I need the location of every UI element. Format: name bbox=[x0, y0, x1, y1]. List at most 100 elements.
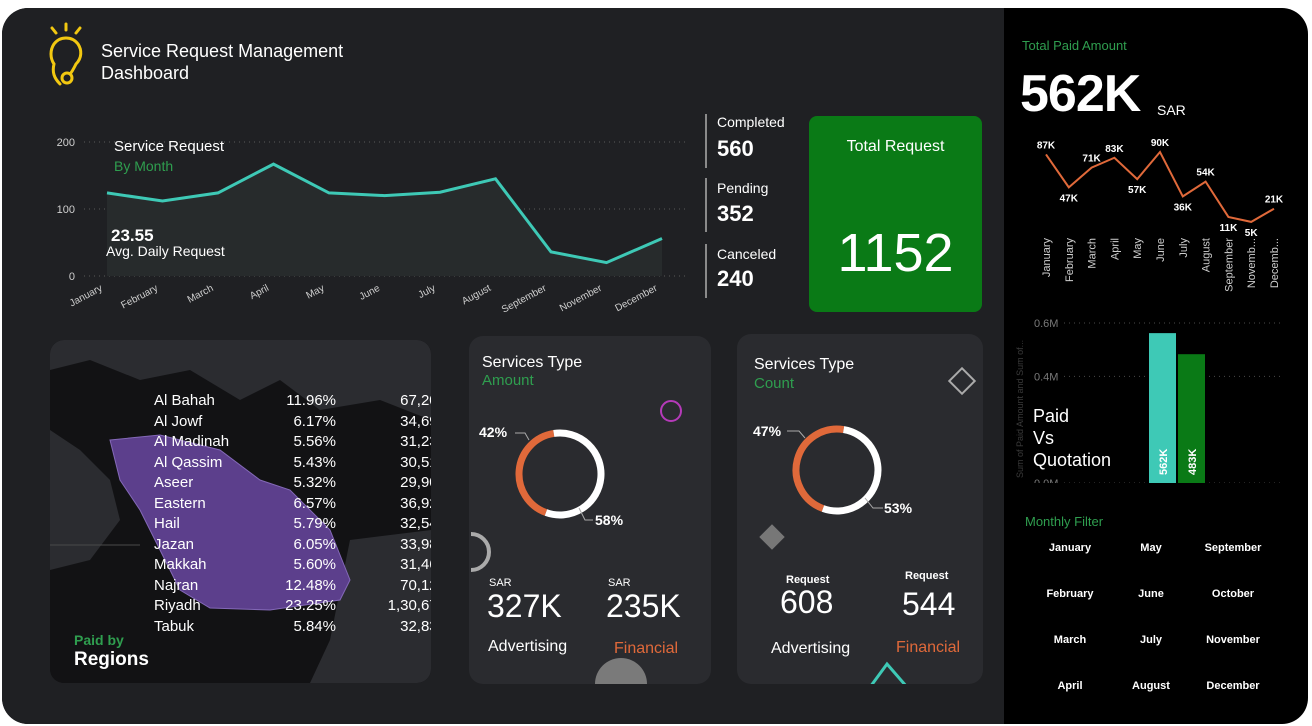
region-row[interactable]: Al Qassim 5.43% 30,510 bbox=[154, 454, 431, 474]
region-name: Aseer bbox=[154, 474, 194, 491]
region-row[interactable]: Al Bahah 11.96% 67,206 bbox=[154, 392, 431, 412]
data-label: 36K bbox=[1174, 202, 1193, 213]
month-filter-july[interactable]: July bbox=[1106, 634, 1196, 646]
region-row[interactable]: Al Madinah 5.56% 31,234 bbox=[154, 433, 431, 453]
month-filter-january[interactable]: January bbox=[1025, 542, 1115, 554]
total-request-card[interactable]: Total Request 1152 bbox=[809, 116, 982, 312]
data-label: 57K bbox=[1128, 185, 1147, 196]
region-name: Riyadh bbox=[154, 597, 201, 614]
region-percent: 11.96% bbox=[286, 392, 336, 409]
month-filter-september[interactable]: September bbox=[1188, 542, 1278, 554]
region-name: Jazan bbox=[154, 535, 195, 553]
total-paid-value: 562K bbox=[1020, 65, 1141, 123]
month-filter-february[interactable]: February bbox=[1025, 588, 1115, 600]
region-row[interactable]: Hail 5.79% 32,545 bbox=[154, 515, 431, 535]
x-tick-label: Novemb... bbox=[1246, 238, 1258, 288]
avg-daily-label: Avg. Daily Request bbox=[106, 243, 225, 259]
month-filter-august[interactable]: August bbox=[1106, 680, 1196, 692]
stat-pending-value: 352 bbox=[717, 201, 754, 226]
month-filter-october[interactable]: October bbox=[1188, 588, 1278, 600]
donut-slice-financial bbox=[821, 426, 882, 515]
region-amount: 33,983 bbox=[400, 535, 431, 553]
region-amount: 32,833 bbox=[400, 617, 431, 635]
dashboard-title-line2: Dashboard bbox=[101, 63, 190, 83]
x-tick-label: April bbox=[1109, 238, 1121, 260]
month-filter-june[interactable]: June bbox=[1106, 588, 1196, 600]
x-tick-label: February bbox=[1064, 238, 1076, 283]
pvq-title-line3: Quotation bbox=[1033, 450, 1112, 470]
region-name: Al Jowf bbox=[154, 412, 203, 430]
x-tick-label: Decemb... bbox=[1269, 238, 1281, 288]
month-filter-april[interactable]: April bbox=[1025, 680, 1115, 692]
region-percent: 5.56% bbox=[293, 433, 336, 450]
stat-divider bbox=[705, 114, 707, 168]
region-name: Eastern bbox=[154, 494, 206, 512]
region-row[interactable]: Aseer 5.32% 29,900 bbox=[154, 474, 431, 494]
services-count-pct-left: 47% bbox=[753, 423, 782, 439]
area-fill bbox=[107, 164, 662, 276]
region-name: Al Bahah bbox=[154, 392, 215, 409]
region-row[interactable]: Riyadh 23.25% 1,30,675 bbox=[154, 597, 431, 617]
regions-table: Al Bahah11.96%67,206Al Jowf6.17%34,696Al… bbox=[154, 392, 431, 642]
region-amount: 32,545 bbox=[400, 515, 431, 532]
dashboard-frame: Service Request Management Dashboard 200… bbox=[2, 8, 1308, 724]
services-count-donut bbox=[759, 366, 977, 684]
x-tick-label: March bbox=[186, 283, 216, 306]
region-amount: 67,206 bbox=[400, 392, 431, 409]
regions-map-card[interactable]: Al Bahah11.96%67,206Al Jowf6.17%34,696Al… bbox=[50, 340, 431, 683]
pvq-title: Paid Vs Quotation bbox=[1033, 405, 1111, 471]
stat-canceled-value: 240 bbox=[717, 266, 754, 291]
pvq-title-line2: Vs bbox=[1033, 428, 1055, 448]
region-percent: 5.32% bbox=[293, 474, 336, 491]
region-percent: 5.84% bbox=[293, 617, 336, 635]
donut-slice-advertising bbox=[792, 425, 845, 512]
services-amount-label-left: Advertising bbox=[488, 638, 568, 655]
y-tick-label: 0.0M bbox=[1034, 478, 1058, 483]
month-filter-november[interactable]: November bbox=[1188, 634, 1278, 646]
region-row[interactable]: Eastern 6.57% 36,927 bbox=[154, 495, 431, 515]
region-amount: 70,127 bbox=[400, 576, 431, 594]
line-chart-subtitle: By Month bbox=[114, 158, 174, 174]
bar-label: 562K bbox=[1158, 449, 1170, 475]
services-amount-card[interactable]: Services Type Amount 42% 58% SAR SAR 327… bbox=[469, 336, 711, 684]
region-row[interactable]: Tabuk 5.84% 32,833 bbox=[154, 618, 431, 638]
stat-divider bbox=[705, 178, 707, 232]
x-tick-label: January bbox=[1041, 238, 1053, 278]
region-percent: 12.48% bbox=[285, 576, 336, 594]
region-percent: 6.05% bbox=[293, 535, 336, 553]
services-count-card[interactable]: Services Type Count 47% 53% Request Requ… bbox=[737, 334, 983, 684]
x-tick-label: June bbox=[1155, 238, 1167, 262]
region-row[interactable]: Makkah 5.60% 31,464 bbox=[154, 556, 431, 576]
dashboard-title: Service Request Management Dashboard bbox=[101, 40, 343, 84]
services-amount-pct-right: 58% bbox=[595, 512, 624, 528]
month-filter-may[interactable]: May bbox=[1106, 542, 1196, 554]
month-filter-march[interactable]: March bbox=[1025, 634, 1115, 646]
region-row[interactable]: Najran 12.48% 70,127 bbox=[154, 577, 431, 597]
region-name: Najran bbox=[154, 576, 199, 594]
total-paid-title: Total Paid Amount bbox=[1022, 38, 1127, 53]
region-amount: 36,927 bbox=[400, 494, 431, 512]
x-tick-label: June bbox=[358, 283, 383, 303]
x-tick-label: May bbox=[305, 283, 327, 302]
x-tick-label: March bbox=[1087, 238, 1099, 269]
region-percent: 5.60% bbox=[293, 556, 336, 573]
region-name: Makkah bbox=[154, 556, 207, 573]
stat-pending-label: Pending bbox=[717, 180, 769, 196]
region-row[interactable]: Al Jowf 6.17% 34,696 bbox=[154, 413, 431, 433]
region-percent: 5.79% bbox=[293, 515, 336, 532]
region-row[interactable]: Jazan 6.05% 33,983 bbox=[154, 536, 431, 556]
region-percent: 6.17% bbox=[293, 412, 336, 430]
services-count-value-left: 608 bbox=[780, 584, 834, 620]
data-label: 71K bbox=[1082, 154, 1101, 165]
total-paid-line-chart[interactable]: 87K 47K 71K 83K 57K 90K 36K 54K 11K 5K 21K January F… bbox=[1030, 132, 1290, 302]
y-tick-label: 200 bbox=[57, 137, 75, 149]
total-request-value: 1152 bbox=[837, 223, 954, 283]
services-count-label-left: Advertising bbox=[771, 640, 851, 657]
x-tick-label: July bbox=[1178, 238, 1190, 258]
region-percent: 6.57% bbox=[293, 494, 336, 512]
region-amount: 31,234 bbox=[400, 433, 431, 450]
y-axis-label: Sum of Paid Amount and Sum of... bbox=[1015, 340, 1025, 478]
pvq-title-line1: Paid bbox=[1033, 406, 1070, 426]
stat-completed-value: 560 bbox=[717, 136, 754, 161]
month-filter-december[interactable]: December bbox=[1188, 680, 1278, 692]
